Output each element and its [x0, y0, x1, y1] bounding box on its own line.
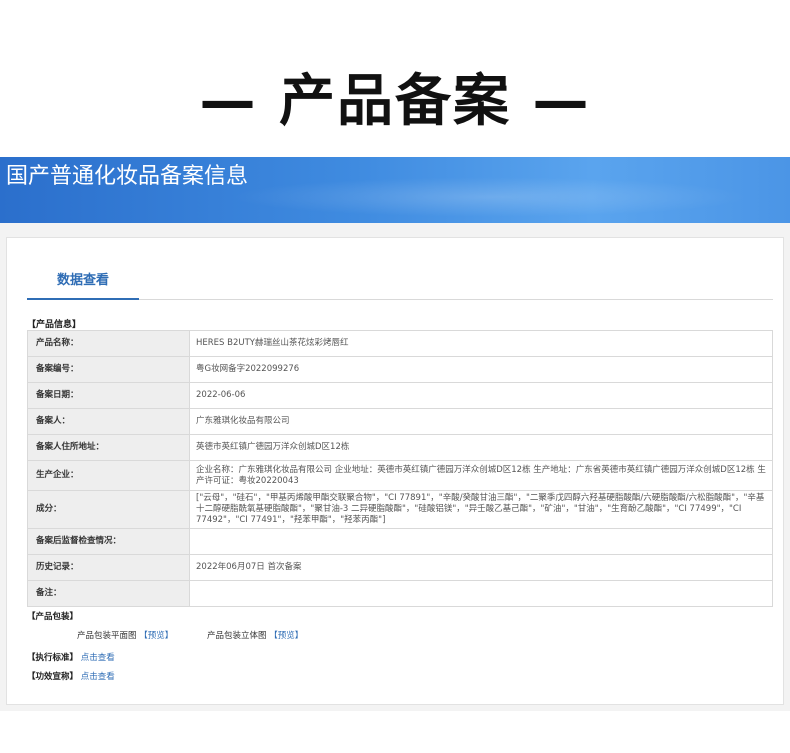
packaging-3d-preview-link[interactable]: 【预览】: [269, 631, 303, 641]
tab-data-view[interactable]: 数据查看: [27, 264, 139, 300]
field-label: 备案日期：: [27, 382, 190, 409]
field-value: ["云母"，"硅石"，"甲基丙烯酸甲酯交联聚合物"，"CI 77891"，"辛酸…: [189, 490, 773, 529]
efficacy-view-link[interactable]: 点击查看: [81, 672, 115, 682]
table-row: 备案日期： 2022-06-06: [27, 382, 773, 409]
efficacy-label: 【功效宣称】: [27, 672, 79, 682]
standard-view-link[interactable]: 点击查看: [81, 653, 115, 663]
packaging-3d-row: 产品包装立体图 【预览】: [207, 630, 303, 642]
table-row: 备案人： 广东雅琪化妆品有限公司: [27, 408, 773, 435]
field-value: 企业名称：广东雅琪化妆品有限公司 企业地址：英德市英红镇广德园万洋众创城D区12…: [189, 460, 773, 491]
field-label: 成分：: [27, 490, 190, 529]
field-value: HERES B2UTY赫瑞丝山茶花炫彩烤唇红: [189, 330, 773, 357]
banner-title: 国产普通化妆品备案信息: [6, 164, 249, 189]
hero-section: — 产品备案 —: [0, 0, 790, 157]
tab-bar: 数据查看: [27, 264, 773, 300]
field-value: 2022年06月07日 首次备案: [189, 554, 773, 581]
standard-label: 【执行标准】: [27, 653, 79, 663]
packaging-flat-row: 产品包装平面图 【预览】: [77, 630, 173, 642]
page-title: — 产品备案 —: [199, 69, 591, 134]
record-card: 数据查看 【产品信息】 产品名称： HERES B2UTY赫瑞丝山茶花炫彩烤唇红…: [6, 237, 784, 705]
table-row: 生产企业： 企业名称：广东雅琪化妆品有限公司 企业地址：英德市英红镇广德园万洋众…: [27, 460, 773, 491]
table-row: 备案后监督检查情况：: [27, 528, 773, 555]
field-label: 备案后监督检查情况：: [27, 528, 190, 555]
field-label: 备注：: [27, 580, 190, 607]
field-label: 历史记录：: [27, 554, 190, 581]
header-banner: 国产普通化妆品备案信息: [0, 157, 790, 223]
packaging-flat-preview-link[interactable]: 【预览】: [139, 631, 173, 641]
field-value: [189, 580, 773, 607]
field-value: 广东雅琪化妆品有限公司: [189, 408, 773, 435]
packaging-heading: 【产品包装】: [27, 611, 78, 623]
content-panel: 数据查看 【产品信息】 产品名称： HERES B2UTY赫瑞丝山茶花炫彩烤唇红…: [0, 223, 790, 711]
field-label: 生产企业：: [27, 460, 190, 491]
field-label: 备案人住所地址：: [27, 434, 190, 461]
packaging-3d-label: 产品包装立体图: [207, 631, 267, 641]
table-row: 备案编号： 粤G妆网备字2022099276: [27, 356, 773, 383]
table-row: 备案人住所地址： 英德市英红镇广德园万洋众创城D区12栋: [27, 434, 773, 461]
field-label: 备案编号：: [27, 356, 190, 383]
table-row: 备注：: [27, 580, 773, 607]
product-info-table: 产品名称： HERES B2UTY赫瑞丝山茶花炫彩烤唇红 备案编号： 粤G妆网备…: [27, 330, 773, 607]
packaging-label: 【产品包装】: [27, 612, 79, 622]
field-value: 英德市英红镇广德园万洋众创城D区12栋: [189, 434, 773, 461]
table-row: 产品名称： HERES B2UTY赫瑞丝山茶花炫彩烤唇红: [27, 330, 773, 357]
packaging-flat-label: 产品包装平面图: [77, 631, 137, 641]
table-row: 历史记录： 2022年06月07日 首次备案: [27, 554, 773, 581]
standard-row: 【执行标准】 点击查看: [27, 652, 115, 664]
field-label: 产品名称：: [27, 330, 190, 357]
field-value: 2022-06-06: [189, 382, 773, 409]
field-label: 备案人：: [27, 408, 190, 435]
efficacy-row: 【功效宣称】 点击查看: [27, 671, 115, 683]
field-value: 粤G妆网备字2022099276: [189, 356, 773, 383]
table-row: 成分： ["云母"，"硅石"，"甲基丙烯酸甲酯交联聚合物"，"CI 77891"…: [27, 490, 773, 529]
field-value: [189, 528, 773, 555]
